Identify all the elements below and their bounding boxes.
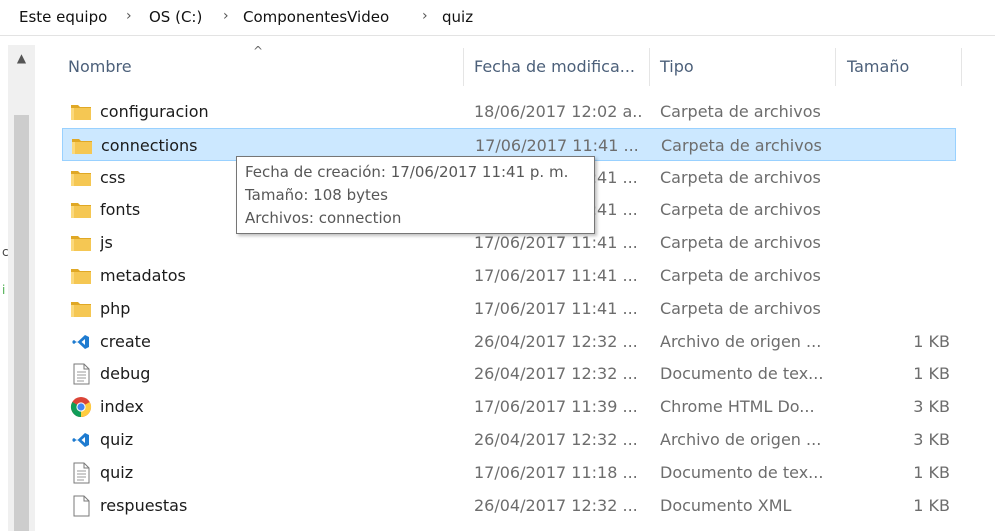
breadcrumb-componentesvideo[interactable]: ComponentesVideo [243,8,389,26]
blank-document-icon [70,495,92,517]
vscode-file-icon [70,331,92,353]
column-divider[interactable] [649,48,650,86]
scroll-thumb[interactable] [14,115,29,531]
file-type: Carpeta de archivos [660,298,821,318]
folder-icon [70,298,92,320]
file-date-modified: 26/04/2017 12:32 ... [474,430,638,449]
folder-icon [70,101,92,123]
file-date-modified: 18/06/2017 12:02 a... [474,102,644,121]
column-divider[interactable] [463,48,464,86]
folder-icon [70,199,92,221]
file-name: js [100,233,113,253]
file-size: 3 KB [913,397,950,417]
file-name: configuracion [100,102,209,121]
file-size: 1 KB [913,462,950,482]
column-header-date[interactable]: Fecha de modifica... [466,48,649,86]
file-type: Chrome HTML Do... [660,397,815,417]
file-date-modified: 26/04/2017 12:32 ... [474,495,638,515]
file-type: Carpeta de archivos [660,102,821,121]
file-date-modified: 17/06/2017 11:18 ... [474,462,638,482]
chrome-icon [70,396,92,418]
breadcrumb-quiz[interactable]: quiz [442,8,473,26]
file-row[interactable]: index 17/06/2017 11:39 ... Chrome HTML Do.… [62,390,956,423]
file-type: Carpeta de archivos [660,167,821,187]
breadcrumb-este-equipo[interactable]: Este equipo [19,8,107,26]
file-type: Carpeta de archivos [660,233,821,253]
column-header-size[interactable]: Tamaño [839,48,961,86]
breadcrumb-os-c[interactable]: OS (C:) [149,8,202,26]
address-bar[interactable]: Este equipo › OS (C:) › ComponentesVideo… [0,0,995,36]
file-date-modified: 17/06/2017 11:39 ... [474,397,638,417]
chevron-right-icon[interactable]: › [223,8,229,24]
file-size: 1 KB [913,364,950,384]
text-document-icon [70,363,92,385]
file-name: quiz [100,462,134,482]
file-type: Documento XML [660,495,792,515]
vscode-file-icon [70,429,92,451]
file-name: respuestas [100,495,188,515]
file-name: quiz [100,430,134,449]
chevron-right-icon[interactable]: › [422,8,428,24]
tooltip-size: Tamaño: 108 bytes [245,186,388,204]
folder-icon [71,135,93,157]
column-header-name[interactable]: Nombre [60,48,463,86]
tooltip-created-date: Fecha de creación: 17/06/2017 11:41 p. m… [245,163,569,181]
file-type: Documento de tex... [660,462,824,482]
file-type: Documento de tex... [660,364,824,384]
tooltip-files: Archivos: connection [245,209,402,227]
file-name: php [100,298,131,318]
file-name: metadatos [100,266,186,285]
file-row[interactable]: debug 26/04/2017 12:32 ... Documento de te… [62,357,956,390]
file-date-modified: 17/06/2017 11:41 ... [474,266,638,285]
file-row[interactable]: quiz 17/06/2017 11:18 ... Documento de tex… [62,456,956,489]
tooltip: Fecha de creación: 17/06/2017 11:41 p. m… [236,156,595,234]
nav-pane-fragment: i [2,283,6,297]
file-name: fonts [100,200,141,220]
file-size: 1 KB [913,331,950,351]
file-type: Archivo de origen ... [660,430,822,449]
file-row[interactable]: respuestas 26/04/2017 12:32 ... Documento … [62,489,956,522]
file-type: Carpeta de archivos [660,266,821,285]
file-name: debug [100,364,151,384]
file-type: Carpeta de archivos [660,200,821,220]
vertical-scrollbar[interactable]: ▲ [8,45,35,531]
file-date-modified: 26/04/2017 12:32 ... [474,331,638,351]
file-date-modified: 17/06/2017 11:41 ... [474,298,638,318]
folder-icon [70,167,92,189]
column-divider[interactable] [835,48,836,86]
navigation-pane-edge: c i [0,37,9,531]
file-name: create [100,331,151,351]
chevron-right-icon[interactable]: › [126,8,132,24]
file-row[interactable]: create 26/04/2017 12:32 ... Archivo de ori… [62,325,956,358]
file-type: Archivo de origen ... [660,331,822,351]
file-row[interactable]: configuracion 18/06/2017 12:02 a... Carpet… [62,95,956,128]
file-name: connections [101,135,198,155]
file-type: Carpeta de archivos [661,135,822,155]
column-header-type[interactable]: Tipo [652,48,835,86]
file-name: css [100,167,126,187]
file-row[interactable]: quiz 26/04/2017 12:32 ... Archivo de orige… [62,423,956,456]
folder-icon [70,232,92,254]
scroll-up-arrow-icon[interactable]: ▲ [8,45,35,72]
file-size: 1 KB [913,495,950,515]
folder-icon [70,265,92,287]
file-size: 3 KB [913,430,950,449]
text-document-icon [70,462,92,484]
file-name: index [100,397,144,417]
file-date-modified: 26/04/2017 12:32 ... [474,364,638,384]
column-divider[interactable] [961,48,962,86]
file-row[interactable]: metadatos 17/06/2017 11:41 ... Carpeta de … [62,259,956,292]
file-row[interactable]: php 17/06/2017 11:41 ... Carpeta de archiv… [62,292,956,325]
